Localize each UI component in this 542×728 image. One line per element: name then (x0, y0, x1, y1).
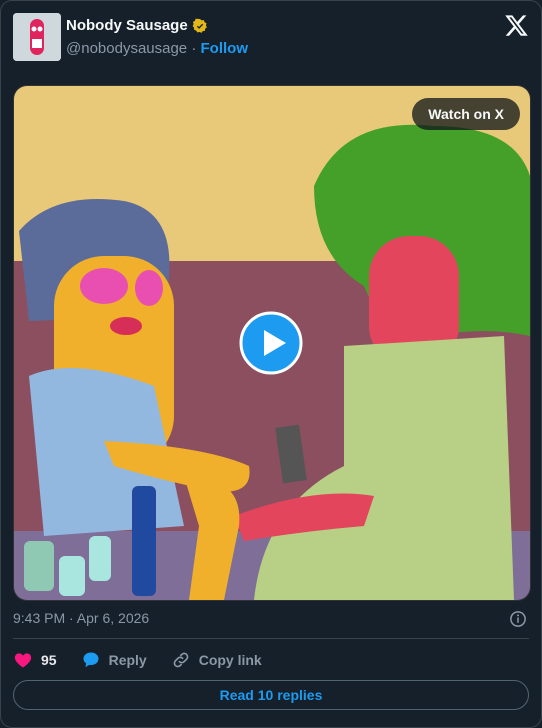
verified-badge-icon (192, 18, 208, 34)
like-button[interactable]: 95 (13, 650, 57, 670)
link-icon (173, 652, 189, 668)
play-button-icon[interactable] (239, 311, 303, 375)
tweet-embed-card: Nobody Sausage @nobodysausage · Follow W… (0, 0, 542, 728)
divider (13, 638, 529, 639)
x-logo-icon[interactable] (504, 13, 529, 38)
reply-label: Reply (108, 652, 147, 668)
heart-icon (14, 653, 32, 668)
tweet-header: Nobody Sausage @nobodysausage · Follow (13, 13, 529, 61)
tweet-timestamp[interactable]: 9:43 PM · Apr 6, 2026 (13, 610, 149, 626)
action-bar: 95 Reply Copy link (13, 650, 286, 670)
reply-button[interactable]: Reply (81, 650, 147, 670)
author-name[interactable]: Nobody Sausage (66, 17, 188, 34)
separator-dot: · (191, 40, 197, 57)
read-replies-button[interactable]: Read 10 replies (13, 680, 529, 710)
video-media[interactable]: Watch on X (13, 85, 531, 601)
watch-on-x-button[interactable]: Watch on X (412, 98, 520, 130)
copy-link-label: Copy link (198, 652, 262, 668)
like-count: 95 (41, 652, 57, 668)
reply-bubble-icon (83, 652, 99, 668)
copy-link-button[interactable]: Copy link (171, 650, 262, 670)
author-handle[interactable]: @nobodysausage (66, 40, 187, 57)
follow-button[interactable]: Follow (201, 40, 249, 57)
author-handle-row: @nobodysausage · Follow (66, 40, 248, 57)
info-icon[interactable] (509, 610, 527, 628)
avatar[interactable] (13, 13, 61, 61)
author-name-row: Nobody Sausage (66, 17, 208, 34)
